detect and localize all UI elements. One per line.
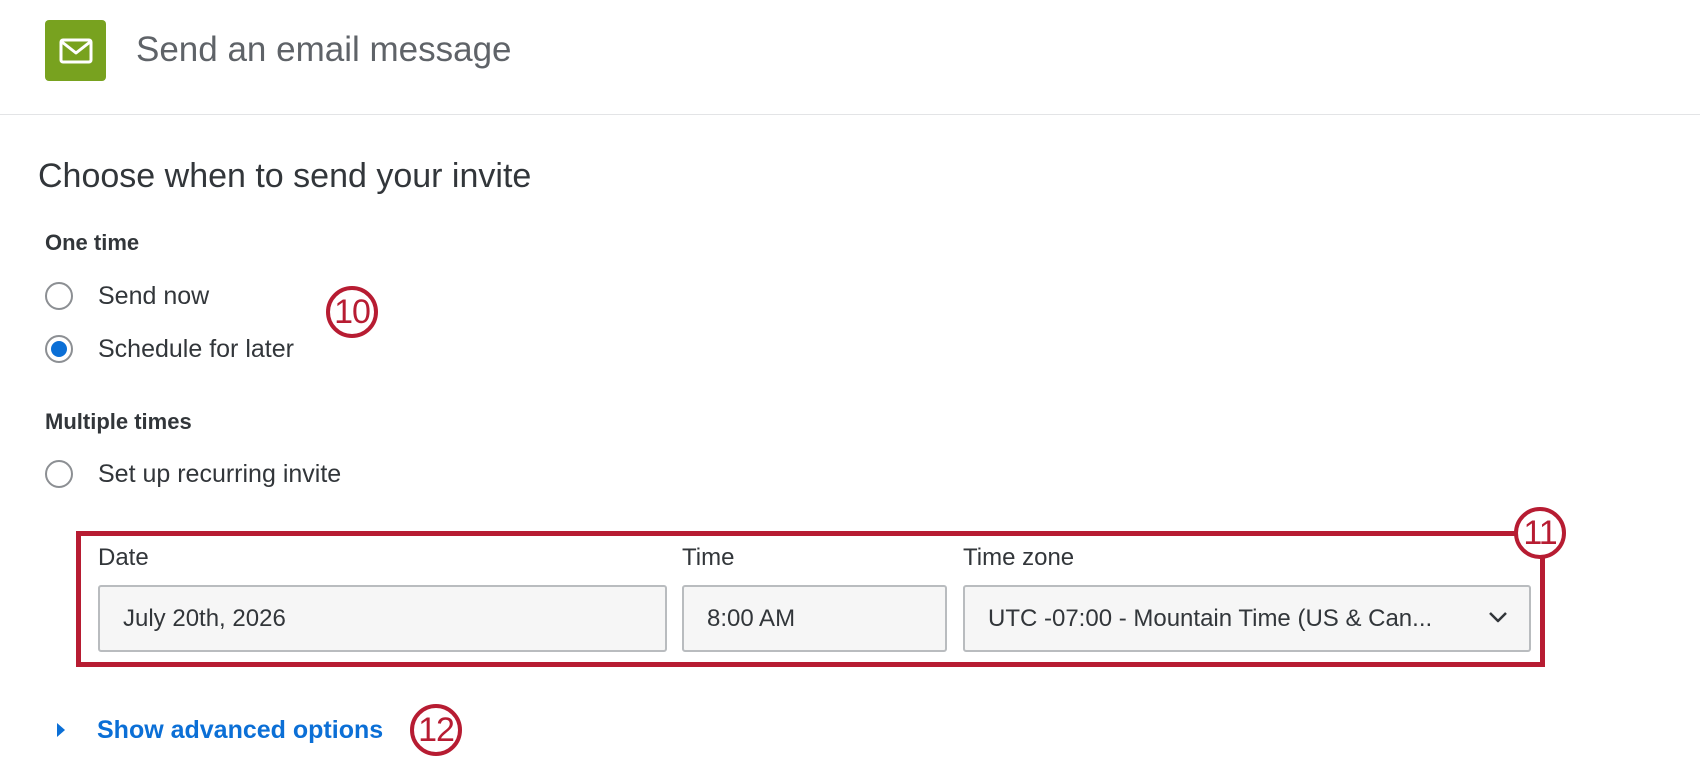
envelope-icon <box>59 38 92 63</box>
time-value: 8:00 AM <box>707 604 796 632</box>
send-now-label: Send now <box>98 281 210 310</box>
recurring-invite-option[interactable]: Set up recurring invite <box>45 458 341 490</box>
timezone-label: Time zone <box>963 544 1075 571</box>
recurring-invite-label: Set up recurring invite <box>98 459 342 488</box>
chevron-down-icon <box>1489 612 1507 623</box>
email-task-tile <box>45 20 106 81</box>
schedule-for-later-radio[interactable] <box>45 335 73 363</box>
show-advanced-options-toggle[interactable]: Show advanced options <box>55 713 383 747</box>
date-label: Date <box>98 544 149 571</box>
date-field[interactable]: July 20th, 2026 <box>98 585 667 652</box>
multiple-times-label: Multiple times <box>45 409 192 434</box>
one-time-label: One time <box>45 230 140 255</box>
timezone-value: UTC -07:00 - Mountain Time (US & Can... <box>988 604 1433 632</box>
callout-11: 11 <box>1514 507 1566 559</box>
section-title: Choose when to send your invite <box>38 157 532 195</box>
send-now-option[interactable]: Send now <box>45 280 209 312</box>
header: Send an email message <box>0 0 1700 115</box>
show-advanced-options-label: Show advanced options <box>97 715 384 744</box>
recurring-invite-radio[interactable] <box>45 460 73 488</box>
schedule-for-later-option[interactable]: Schedule for later <box>45 333 294 365</box>
caret-right-icon <box>57 723 65 737</box>
callout-10: 10 <box>326 286 378 338</box>
send-now-radio[interactable] <box>45 282 73 310</box>
page-title: Send an email message <box>136 30 512 69</box>
callout-12: 12 <box>410 704 462 756</box>
date-value: July 20th, 2026 <box>123 604 286 632</box>
time-field[interactable]: 8:00 AM <box>682 585 947 652</box>
time-label: Time <box>682 544 735 571</box>
timezone-select[interactable]: UTC -07:00 - Mountain Time (US & Can... <box>963 585 1531 652</box>
schedule-for-later-label: Schedule for later <box>98 334 294 363</box>
